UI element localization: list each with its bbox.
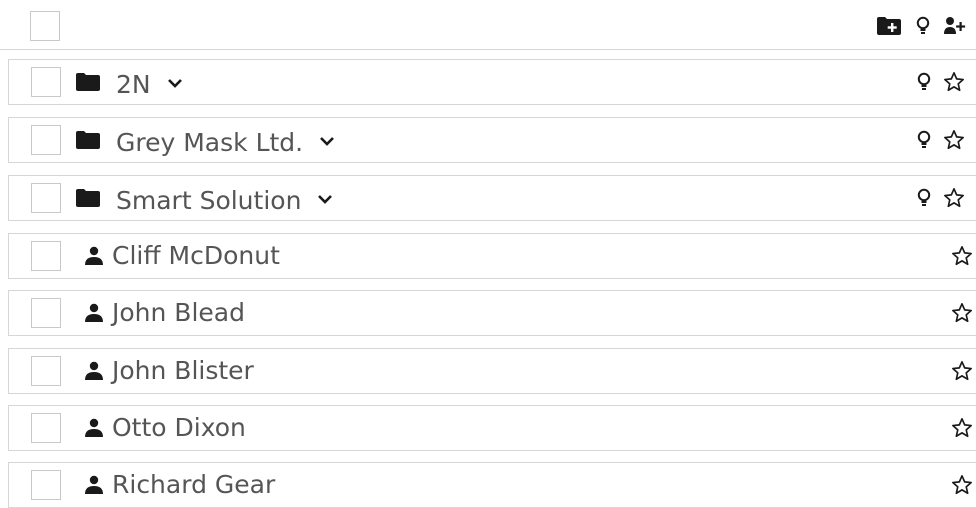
user-row[interactable]: John Blister — [8, 348, 976, 394]
folder-icon — [75, 60, 101, 104]
row-checkbox[interactable] — [31, 241, 61, 271]
user-icon — [84, 234, 104, 278]
user-row[interactable]: Otto Dixon — [8, 405, 976, 451]
user-name[interactable]: John Blead — [112, 291, 245, 335]
group-row[interactable]: Grey Mask Ltd. — [8, 117, 976, 163]
row-checkbox[interactable] — [31, 183, 61, 213]
star-icon[interactable] — [951, 417, 973, 439]
user-row[interactable]: John Blead — [8, 290, 976, 336]
row-actions — [917, 176, 965, 220]
group-name[interactable]: 2N — [116, 63, 183, 107]
group-name[interactable]: Smart Solution — [116, 179, 333, 223]
folder-icon — [75, 176, 101, 220]
user-icon — [84, 406, 104, 450]
user-icon — [84, 463, 104, 507]
star-icon[interactable] — [943, 71, 965, 93]
star-icon[interactable] — [943, 129, 965, 151]
star-icon[interactable] — [943, 187, 965, 209]
group-name[interactable]: Grey Mask Ltd. — [116, 121, 335, 165]
row-actions — [951, 406, 973, 450]
lightbulb-icon[interactable] — [916, 16, 930, 36]
lightbulb-icon[interactable] — [917, 130, 931, 150]
row-checkbox[interactable] — [31, 413, 61, 443]
star-icon[interactable] — [951, 360, 973, 382]
user-name[interactable]: Otto Dixon — [112, 406, 246, 450]
row-checkbox[interactable] — [31, 298, 61, 328]
user-row[interactable]: Richard Gear — [8, 462, 976, 508]
user-name[interactable]: John Blister — [112, 349, 254, 393]
star-icon[interactable] — [951, 245, 973, 267]
lightbulb-icon[interactable] — [917, 188, 931, 208]
row-actions — [917, 118, 965, 162]
group-row[interactable]: 2N — [8, 59, 976, 105]
chevron-down-icon[interactable] — [317, 194, 333, 204]
row-actions — [951, 463, 973, 507]
star-icon[interactable] — [951, 302, 973, 324]
user-icon — [84, 291, 104, 335]
folder-icon — [75, 118, 101, 162]
row-actions — [917, 60, 965, 104]
header-actions — [876, 14, 976, 38]
chevron-down-icon[interactable] — [319, 136, 335, 146]
add-user-icon[interactable] — [944, 16, 966, 36]
star-icon[interactable] — [951, 474, 973, 496]
user-row[interactable]: Cliff McDonut — [8, 233, 976, 279]
user-name[interactable]: Richard Gear — [112, 463, 275, 507]
group-row[interactable]: Smart Solution — [8, 175, 976, 221]
add-folder-icon[interactable] — [876, 16, 902, 36]
row-actions — [951, 234, 973, 278]
row-checkbox[interactable] — [31, 356, 61, 386]
row-checkbox[interactable] — [31, 125, 61, 155]
row-checkbox[interactable] — [31, 67, 61, 97]
user-icon — [84, 349, 104, 393]
select-all-checkbox[interactable] — [30, 11, 60, 41]
row-actions — [951, 291, 973, 335]
row-actions — [951, 349, 973, 393]
chevron-down-icon[interactable] — [167, 78, 183, 88]
list-header — [0, 0, 976, 50]
row-checkbox[interactable] — [31, 470, 61, 500]
lightbulb-icon[interactable] — [917, 72, 931, 92]
user-name[interactable]: Cliff McDonut — [112, 234, 280, 278]
